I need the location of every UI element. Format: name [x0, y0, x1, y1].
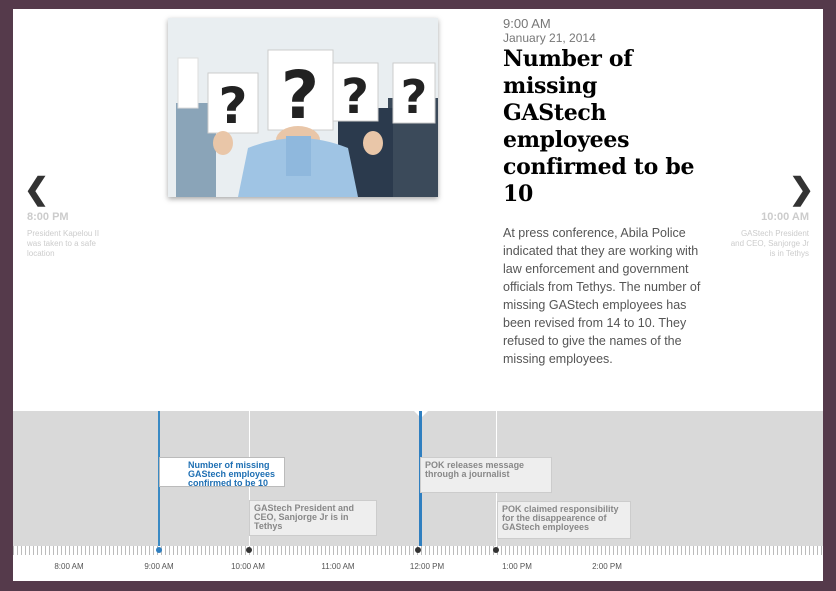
- chevron-left-icon[interactable]: ❮: [24, 175, 49, 205]
- tick-label: 2:00 PM: [592, 562, 622, 571]
- slide-date: January 21, 2014: [503, 31, 596, 45]
- timeline-card[interactable]: GAStech President and CEO, Sanjorge Jr i…: [249, 500, 377, 536]
- slide: ? ? ? ? 9:00 AM January 21, 2014 Number …: [13, 9, 823, 411]
- svg-text:?: ?: [401, 70, 428, 124]
- prev-slide-description[interactable]: President Kapelou II was taken to a safe…: [27, 229, 107, 259]
- tick-label: 11:00 AM: [321, 562, 355, 571]
- timeline-axis: 8:00 AM 9:00 AM 10:00 AM 11:00 AM 12:00 …: [13, 555, 823, 581]
- chevron-right-icon[interactable]: ❯: [789, 175, 814, 205]
- timeline-event-dot[interactable]: [493, 547, 499, 553]
- tick-label: 12:00 PM: [409, 562, 445, 571]
- prev-slide-time[interactable]: 8:00 PM: [27, 211, 69, 223]
- next-slide-description[interactable]: GAStech President and CEO, Sanjorge Jr i…: [729, 229, 809, 259]
- slide-headline: Number of missing GAStech employees conf…: [503, 46, 695, 207]
- slide-photo: ? ? ? ?: [168, 18, 438, 197]
- timeline-card[interactable]: POK claimed responsibility for the disap…: [497, 501, 631, 539]
- timeline-card-active[interactable]: Number of missing GAStech employees conf…: [159, 457, 285, 487]
- timeline-card[interactable]: POK releases message through a journalis…: [420, 457, 552, 493]
- timeline-navigator[interactable]: Number of missing GAStech employees conf…: [13, 411, 823, 581]
- svg-text:?: ?: [218, 77, 247, 135]
- slide-time: 9:00 AM: [503, 16, 551, 31]
- tick-label: 8:00 AM: [54, 562, 84, 571]
- svg-text:?: ?: [281, 57, 319, 134]
- slide-body: At press conference, Abila Police indica…: [503, 226, 701, 366]
- timeline-event-dot[interactable]: [246, 547, 252, 553]
- timeline-viewer: ? ? ? ? 9:00 AM January 21, 2014 Number …: [13, 9, 823, 581]
- timeline-event-dot[interactable]: [415, 547, 421, 553]
- next-slide-time[interactable]: 10:00 AM: [761, 211, 809, 223]
- tick-label: 1:00 PM: [502, 562, 532, 571]
- timeline-event-dot[interactable]: [156, 547, 162, 553]
- svg-text:?: ?: [341, 69, 369, 125]
- tick-label: 10:00 AM: [231, 562, 265, 571]
- tick-label: 9:00 AM: [144, 562, 174, 571]
